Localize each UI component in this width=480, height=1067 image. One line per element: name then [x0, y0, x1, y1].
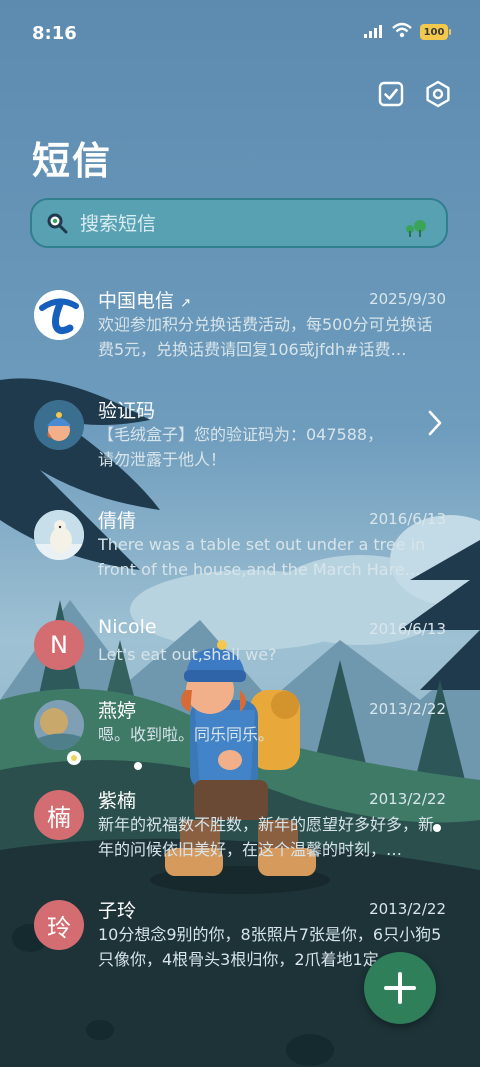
checkbox-icon [378, 81, 404, 107]
contact-name: 验证码 [98, 400, 156, 422]
message-preview: 新年的祝福数不胜数，新年的愿望好多好多，新年的问候依旧美好，在这个温馨的时刻，… [98, 815, 435, 859]
page-title: 短信 [32, 139, 113, 183]
contact-name: Nicole [98, 616, 157, 638]
avatar: 楠 [34, 790, 84, 840]
avatar: N [34, 620, 84, 670]
contact-name: 中国电信 ↗ [98, 290, 191, 312]
search-input[interactable] [78, 208, 382, 240]
status-bar: 8:16 100 [0, 0, 480, 64]
tree-decoration-icon [402, 220, 428, 242]
message-preview: There was a table set out under a tree i… [98, 535, 426, 579]
status-time: 8:16 [32, 23, 77, 44]
message-preview: Let's eat out,shall we? [98, 645, 277, 664]
contact-name: 子玲 [98, 900, 137, 922]
message-preview: 欢迎参加积分兑换话费活动，每500分可兑换话费5元，兑换话费请回复106或jfd… [98, 315, 433, 359]
contact-name: 倩倩 [98, 510, 137, 532]
plus-icon [384, 972, 416, 1004]
contact-name: 紫楠 [98, 790, 137, 812]
avatar [34, 510, 84, 560]
avatar [34, 400, 84, 450]
conversation-item[interactable]: 燕婷 2013/2/22 嗯。收到啦。同乐同乐。 [0, 688, 480, 788]
external-link-icon: ↗ [180, 296, 191, 311]
status-icons: 100 [364, 22, 451, 42]
message-date: 2013/2/22 [369, 900, 446, 918]
avatar [34, 700, 84, 750]
conversation-item[interactable]: 倩倩 2016/6/13 There was a table set out u… [0, 498, 480, 598]
conversation-item[interactable]: 中国电信 ↗ 2025/9/30 欢迎参加积分兑换话费活动，每500分可兑换话费… [0, 278, 480, 378]
signal-icon [364, 23, 384, 42]
wifi-icon [392, 22, 412, 42]
battery-icon: 100 [420, 24, 451, 40]
avatar: 玲 [34, 900, 84, 950]
settings-icon [426, 80, 450, 108]
settings-button[interactable] [422, 78, 454, 110]
chevron-right-icon[interactable] [428, 410, 442, 440]
message-date: 2016/6/13 [369, 620, 446, 638]
conversation-item[interactable]: 楠 紫楠 2013/2/22 新年的祝福数不胜数，新年的愿望好多好多，新年的问候… [0, 778, 480, 878]
message-date: 2013/2/22 [369, 700, 446, 718]
search-icon [46, 212, 68, 238]
message-date: 2016/6/13 [369, 510, 446, 528]
polar-bear-photo-icon [34, 510, 84, 560]
message-preview: 嗯。收到啦。同乐同乐。 [98, 725, 275, 744]
contact-name: 燕婷 [98, 700, 137, 722]
select-button[interactable] [375, 78, 407, 110]
message-date: 2013/2/22 [369, 790, 446, 808]
conversation-item[interactable]: 验证码 【毛绒盒子】您的验证码为：047588，请勿泄露于他人！ [0, 388, 480, 488]
message-date: 2025/9/30 [369, 290, 446, 308]
message-preview: 【毛绒盒子】您的验证码为：047588，请勿泄露于他人！ [98, 425, 384, 469]
avatar-character-icon [34, 400, 84, 450]
china-telecom-logo-icon [34, 290, 84, 340]
avatar [34, 290, 84, 340]
search-bar[interactable] [30, 198, 448, 248]
landscape-photo-icon [34, 700, 84, 750]
new-message-button[interactable] [364, 952, 436, 1024]
